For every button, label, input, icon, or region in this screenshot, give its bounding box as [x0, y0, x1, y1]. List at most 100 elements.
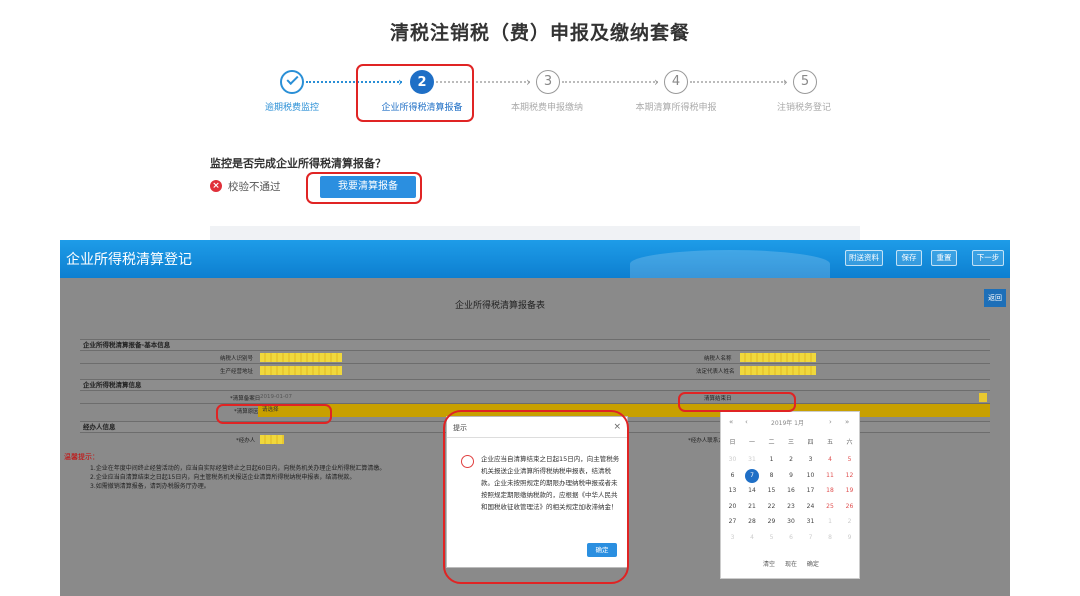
calendar-day[interactable]: 5 — [840, 453, 859, 467]
agent-field[interactable] — [260, 435, 284, 444]
step-4[interactable]: 4 — [664, 70, 688, 94]
calendar-day[interactable]: 6 — [723, 469, 742, 483]
label-agent: *经办人 — [236, 438, 256, 444]
calendar-day[interactable]: 1 — [821, 515, 840, 529]
back-button[interactable]: 返回 — [984, 289, 1006, 307]
prev-month-icon[interactable]: ‹ — [745, 418, 748, 426]
step-connector — [562, 81, 658, 83]
step-label: 本期清算所得税申报 — [635, 103, 717, 113]
tips-title: 温馨提示： — [64, 453, 99, 461]
calendar-day[interactable]: 8 — [821, 531, 840, 545]
weekday-label: 六 — [846, 439, 853, 446]
calendar-day[interactable]: 20 — [723, 500, 742, 514]
weekday-label: 二 — [768, 439, 775, 446]
section-basic: 企业所得税清算报备-基本信息 — [80, 339, 990, 350]
calendar-day[interactable]: 4 — [743, 531, 762, 545]
legal-rep-field — [740, 366, 816, 375]
step-label: 本期税费申报缴纳 — [510, 103, 583, 113]
highlight-box — [306, 172, 422, 204]
attach-button[interactable]: 附送资料 — [845, 250, 883, 266]
window-title: 企业所得税清算登记 — [66, 252, 192, 268]
chevron-right-icon: › — [654, 75, 659, 89]
next-year-icon[interactable]: » — [845, 418, 849, 426]
next-button[interactable]: 下一步 — [972, 250, 1004, 266]
step-5[interactable]: 5 — [793, 70, 817, 94]
calendar-day[interactable]: 7 — [801, 531, 820, 545]
calendar-day[interactable]: 31 — [801, 515, 820, 529]
clear-button[interactable]: 清空 — [763, 561, 775, 568]
highlight-box — [678, 392, 796, 412]
calendar-day[interactable]: 2 — [840, 515, 859, 529]
taxpayer-name-field — [740, 353, 816, 362]
calendar-day[interactable]: 11 — [821, 469, 840, 483]
divider — [210, 226, 860, 240]
prev-year-icon[interactable]: « — [729, 418, 733, 426]
weekday-label: 日 — [729, 439, 736, 446]
weekday-label: 四 — [807, 439, 814, 446]
calendar-day[interactable]: 1 — [762, 453, 781, 467]
calendar-day[interactable]: 15 — [762, 484, 781, 498]
tip-line: 1.企业在年度中间终止经营活动的，应当自实际经营终止之日起60日内，向税务机关办… — [90, 465, 386, 472]
form-row: *清算备案日 2019-01-07 清算结束日 — [80, 390, 990, 403]
page: 清税注销税（费）申报及缴纳套餐 › 2 › 3 › 4 › 5 逾期税费监控 企… — [0, 0, 1080, 596]
calendar-day[interactable]: 27 — [723, 515, 742, 529]
label-taxpayer-id: 纳税人识别号 — [220, 356, 254, 362]
calendar-day[interactable]: 10 — [801, 469, 820, 483]
calendar-day[interactable]: 9 — [840, 531, 859, 545]
weekday-label: 三 — [787, 439, 794, 446]
calendar-day[interactable]: 13 — [723, 484, 742, 498]
picker-header: « ‹ 2019年 1月 › » — [721, 418, 861, 430]
window-header: 企业所得税清算登记 附送资料 保存 重置 下一步 — [60, 240, 1010, 278]
calendar-day[interactable]: 29 — [762, 515, 781, 529]
calendar-day[interactable]: 2 — [782, 453, 801, 467]
page-title: 清税注销税（费）申报及缴纳套餐 — [389, 22, 690, 44]
calendar-day[interactable]: 25 — [821, 500, 840, 514]
step-label: 逾期税费监控 — [264, 103, 319, 113]
calendar-day[interactable]: 30 — [723, 453, 742, 467]
calendar-icon[interactable] — [979, 393, 987, 402]
calendar-day[interactable]: 7 — [743, 469, 762, 483]
calendar-day[interactable]: 31 — [743, 453, 762, 467]
calendar-day[interactable]: 3 — [801, 453, 820, 467]
form-row: 纳税人识别号 纳税人名称 — [80, 350, 990, 363]
label-taxpayer-name: 纳税人名称 — [704, 356, 732, 362]
calendar-day[interactable]: 3 — [723, 531, 742, 545]
now-button[interactable]: 现在 — [785, 561, 797, 568]
calendar-day[interactable]: 17 — [801, 484, 820, 498]
label-start-date: *清算备案日 — [230, 396, 261, 402]
calendar-day[interactable]: 6 — [782, 531, 801, 545]
calendar-day[interactable]: 5 — [762, 531, 781, 545]
weekday-label: 一 — [748, 439, 755, 446]
calendar-day[interactable]: 21 — [743, 500, 762, 514]
taxpayer-id-field — [260, 353, 342, 362]
calendar-day[interactable]: 14 — [743, 484, 762, 498]
calendar-day[interactable]: 4 — [821, 453, 840, 467]
calendar-day[interactable]: 23 — [782, 500, 801, 514]
calendar-day[interactable]: 19 — [840, 484, 859, 498]
error-icon: × — [210, 180, 222, 192]
calendar-day[interactable]: 26 — [840, 500, 859, 514]
label-address: 生产经营地址 — [220, 369, 254, 375]
calendar-day[interactable]: 16 — [782, 484, 801, 498]
calendar-day[interactable]: 30 — [782, 515, 801, 529]
highlight-box — [216, 404, 332, 424]
calendar-day[interactable]: 9 — [782, 469, 801, 483]
form-title: 企业所得税清算报备表 — [454, 301, 545, 311]
step-1-check-icon[interactable] — [280, 70, 304, 94]
start-date-field[interactable]: 2019-01-07 — [260, 393, 340, 402]
calendar-day[interactable]: 24 — [801, 500, 820, 514]
step-3[interactable]: 3 — [536, 70, 560, 94]
check-question: 监控是否完成企业所得税清算报备？ — [210, 157, 386, 170]
calendar-day[interactable]: 22 — [762, 500, 781, 514]
calendar-day[interactable]: 28 — [743, 515, 762, 529]
confirm-button[interactable]: 确定 — [807, 561, 819, 568]
next-month-icon[interactable]: › — [829, 418, 832, 426]
calendar-day[interactable]: 12 — [840, 469, 859, 483]
calendar-day[interactable]: 18 — [821, 484, 840, 498]
calendar-day[interactable]: 8 — [762, 469, 781, 483]
picker-footer: 清空 现在 确定 — [721, 559, 861, 568]
reset-button[interactable]: 重置 — [931, 250, 957, 266]
address-field — [260, 366, 342, 375]
save-button[interactable]: 保存 — [896, 250, 922, 266]
section-liquidation: 企业所得税清算信息 — [80, 379, 990, 390]
